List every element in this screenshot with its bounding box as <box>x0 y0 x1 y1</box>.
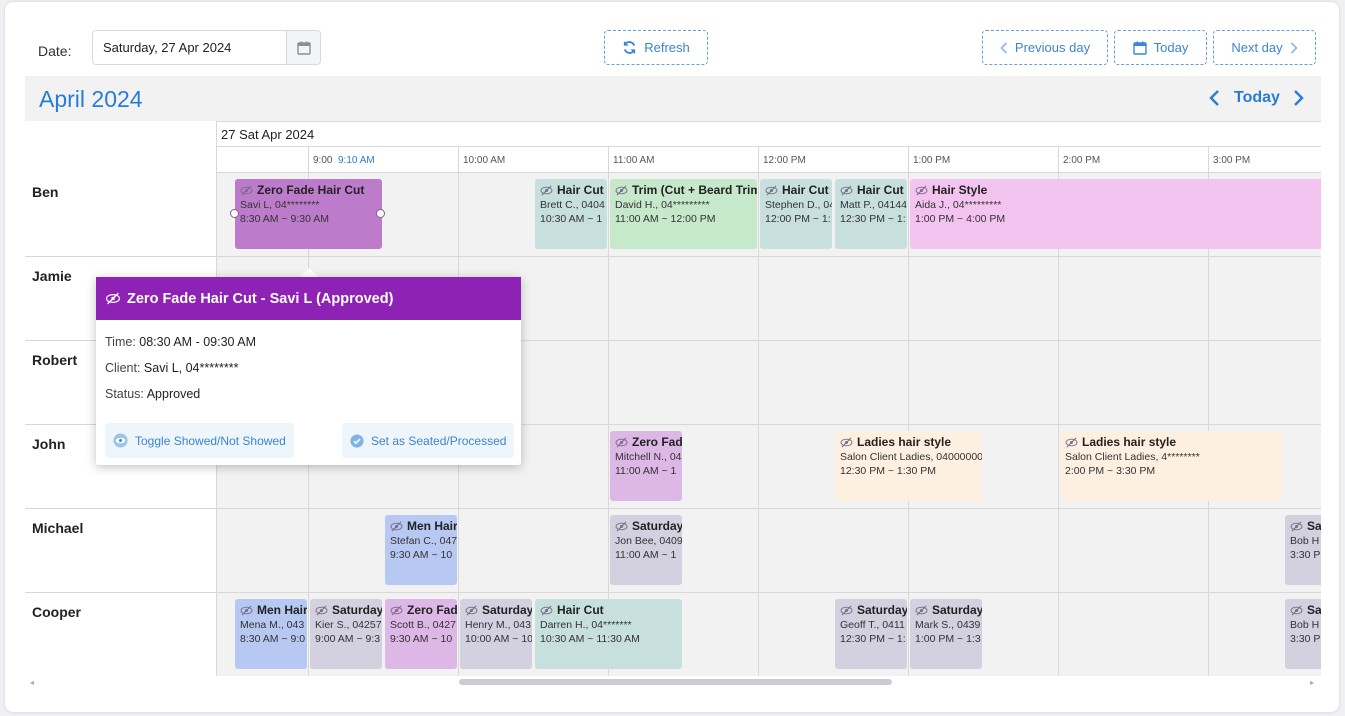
appointment[interactable]: Men Hair Mena M., 043 8:30 AM ~ 9:0 <box>235 599 307 669</box>
chevron-left-icon <box>1000 41 1007 54</box>
eye-slash-icon <box>465 605 478 615</box>
scroll-left-arrow[interactable]: ◂ <box>30 678 34 687</box>
time-slot-label: 2:00 PM <box>1063 155 1101 166</box>
appointment[interactable]: Ladies hair style Salon Client Ladies, 0… <box>835 431 982 501</box>
time-header: 9:00 9:10 AM 10:00 AM 11:00 AM 12:00 PM … <box>217 147 1321 173</box>
eye-slash-icon <box>540 185 553 195</box>
appointment[interactable]: Saturday Geoff T., 0411 12:30 PM ~ 1: <box>835 599 907 669</box>
eye-slash-icon <box>615 521 628 531</box>
horizontal-scrollbar[interactable] <box>459 679 892 685</box>
time-slot-label: 11:00 AM <box>613 155 655 166</box>
toggle-showed-button[interactable]: Toggle Showed/Not Showed <box>105 423 294 458</box>
eye-icon <box>113 433 128 448</box>
eye-slash-icon <box>1290 521 1303 531</box>
resource-name: Robert <box>32 352 78 368</box>
nav-today-link[interactable]: Today <box>1234 89 1280 107</box>
appointment[interactable]: Ladies hair style Salon Client Ladies, 4… <box>1060 431 1282 501</box>
eye-slash-icon <box>315 605 328 615</box>
chevron-right-icon <box>1290 41 1298 54</box>
next-day-button[interactable]: Next day <box>1213 30 1316 65</box>
resource-name: Jamie <box>32 268 72 284</box>
appointment[interactable]: Men Hair Stefan C., 047 9:30 AM ~ 10 <box>385 515 457 585</box>
resize-handle-end[interactable] <box>376 209 385 218</box>
popover-arrow <box>300 268 318 277</box>
eye-slash-icon <box>540 605 553 615</box>
calendar-header: April 2024 Today <box>25 76 1321 121</box>
day-header: 27 Sat Apr 2024 <box>217 121 1321 147</box>
day-header-label: 27 Sat Apr 2024 <box>221 127 315 142</box>
appointment[interactable]: Hair Style Aida J., 04********* 1:00 PM … <box>910 179 1321 249</box>
date-label: Date: <box>38 43 72 59</box>
chevron-right-icon[interactable] <box>1290 88 1306 108</box>
appointment[interactable]: Zero Fade Hair Cut Savi L, 04******** 8:… <box>235 179 382 249</box>
popover-header: Zero Fade Hair Cut - Savi L (Approved) <box>96 277 521 320</box>
eye-slash-icon <box>840 185 853 195</box>
eye-slash-icon <box>765 185 778 195</box>
appointment[interactable]: Hair Cut Brett C., 0404 10:30 AM ~ 1 <box>535 179 607 249</box>
eye-slash-icon <box>840 437 853 447</box>
eye-slash-icon <box>840 605 853 615</box>
eye-slash-icon <box>240 185 253 195</box>
resource-name: Michael <box>32 520 84 536</box>
previous-day-button[interactable]: Previous day <box>982 30 1108 65</box>
eye-slash-icon <box>390 605 403 615</box>
popover-client: Client: Savi L, 04******** <box>105 361 239 375</box>
appointment[interactable]: Hair Cut Matt P., 04144 12:30 PM ~ 1: <box>835 179 907 249</box>
time-slot-label: 10:00 AM <box>463 155 506 166</box>
resource-name: Cooper <box>32 604 81 620</box>
eye-slash-icon <box>105 292 121 305</box>
eye-slash-icon <box>1290 605 1303 615</box>
appointment[interactable]: Hair Cut Stephen D., 04 12:00 PM ~ 1: <box>760 179 832 249</box>
month-title: April 2024 <box>39 86 143 112</box>
eye-slash-icon <box>915 185 928 195</box>
scroll-right-arrow[interactable]: ▸ <box>1310 678 1314 687</box>
eye-slash-icon <box>615 185 628 195</box>
appointment[interactable]: Zero Fade Mitchell N., 04 11:00 AM ~ 1 <box>610 431 682 501</box>
chevron-left-icon[interactable] <box>1207 88 1223 108</box>
appointment[interactable]: Saturday Henry M., 043 10:00 AM ~ 10 <box>460 599 532 669</box>
current-time-label: 9:10 AM <box>338 155 375 166</box>
set-seated-label: Set as Seated/Processed <box>371 433 507 448</box>
toggle-showed-label: Toggle Showed/Not Showed <box>135 433 286 448</box>
refresh-icon <box>624 40 636 55</box>
calendar-icon <box>296 41 311 55</box>
resource-name: Ben <box>32 184 59 200</box>
next-day-label: Next day <box>1231 40 1283 55</box>
today-label: Today <box>1153 40 1189 55</box>
appointment[interactable]: Sa Bob H 3:30 P <box>1285 599 1321 669</box>
appointment[interactable]: Saturday Mark S., 0439 1:00 PM ~ 1:3 <box>910 599 982 669</box>
appointment[interactable]: Saturday Jon Bee, 0409 11:00 AM ~ 1 <box>610 515 682 585</box>
resource-name: John <box>32 436 66 452</box>
date-picker-button[interactable] <box>286 30 321 65</box>
check-circle-icon <box>350 433 364 448</box>
eye-slash-icon <box>240 605 253 615</box>
eye-slash-icon <box>915 605 928 615</box>
refresh-button[interactable]: Refresh <box>604 30 708 65</box>
popover-title: Zero Fade Hair Cut - Savi L (Approved) <box>127 290 394 307</box>
eye-slash-icon <box>390 521 403 531</box>
time-slot-label: 9:00 <box>313 155 333 166</box>
time-slot-label: 12:00 PM <box>763 155 806 166</box>
set-seated-button[interactable]: Set as Seated/Processed <box>342 423 515 458</box>
time-slot-label: 1:00 PM <box>913 155 951 166</box>
appointment-popover: Zero Fade Hair Cut - Savi L (Approved) T… <box>96 277 521 465</box>
appointment[interactable]: Trim (Cut + Beard Trim) David H., 04****… <box>610 179 757 249</box>
eye-slash-icon <box>1065 437 1078 447</box>
appointment[interactable]: Hair Cut Darren H., 04******* 10:30 AM ~… <box>535 599 682 669</box>
time-slot-label: 3:00 PM <box>1213 155 1251 166</box>
eye-slash-icon <box>615 437 628 447</box>
appointment[interactable]: Saturday Kier S., 04257 9:00 AM ~ 9:3 <box>310 599 382 669</box>
previous-day-label: Previous day <box>1014 40 1091 55</box>
popover-time: Time: 08:30 AM - 09:30 AM <box>105 335 257 349</box>
calendar-icon <box>1132 41 1147 55</box>
date-input[interactable]: Saturday, 27 Apr 2024 <box>92 30 287 65</box>
appointment[interactable]: Sa Bob H 3:30 P <box>1285 515 1321 585</box>
resize-handle-start[interactable] <box>230 209 239 218</box>
today-button[interactable]: Today <box>1114 30 1207 65</box>
refresh-label: Refresh <box>644 40 690 55</box>
appointment[interactable]: Zero Fad Scott B., 0427 9:30 AM ~ 10 <box>385 599 457 669</box>
popover-status: Status: Approved <box>105 387 201 401</box>
